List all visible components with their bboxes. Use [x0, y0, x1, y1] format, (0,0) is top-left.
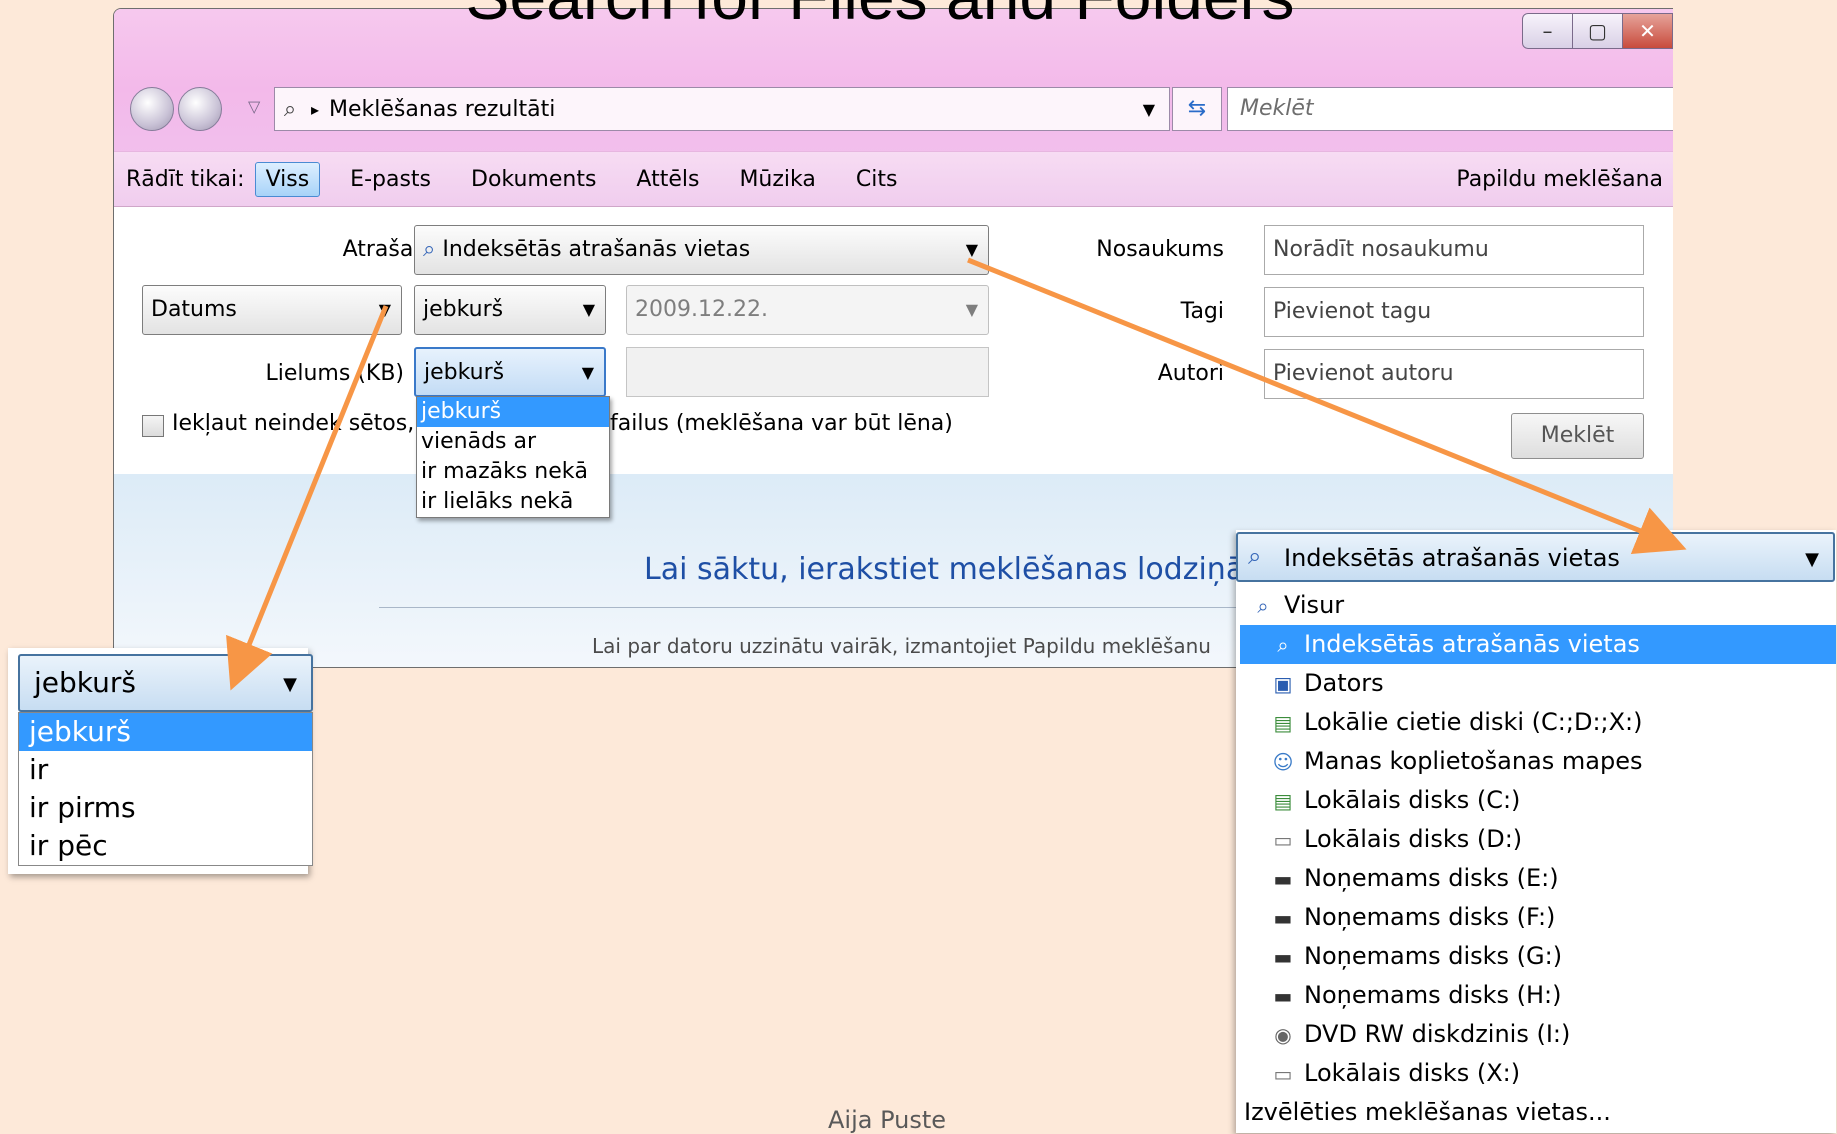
callout-arrows [226, 257, 1687, 691]
slide-footer: Aija Puste [828, 1106, 947, 1134]
arrow-to-location-dropdown [967, 257, 1687, 554]
arrow-to-date-dropdown [226, 305, 389, 691]
slide-title: Search for Files and Folders [380, 0, 1380, 34]
